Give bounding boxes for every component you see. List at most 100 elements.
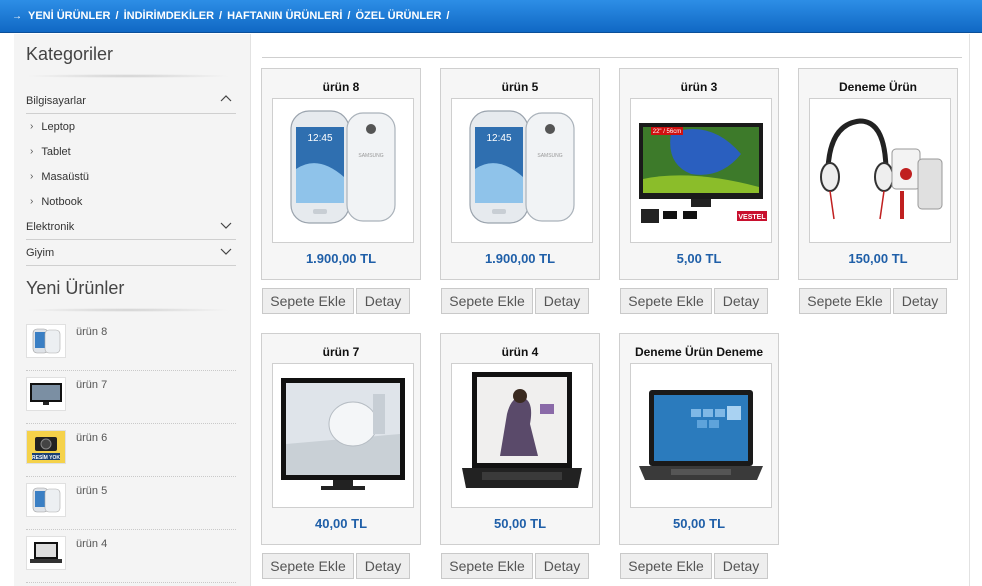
chevron-up-icon[interactable] bbox=[220, 93, 232, 105]
subcategory-label: Tablet bbox=[41, 145, 71, 158]
product-title[interactable]: Deneme Ürün bbox=[799, 80, 957, 94]
product-title[interactable]: ürün 7 bbox=[262, 345, 420, 359]
category-label: Giyim bbox=[26, 246, 55, 259]
add-to-cart-button[interactable]: Sepete Ekle bbox=[441, 553, 533, 579]
laptop-thumbnail-icon[interactable] bbox=[26, 536, 66, 570]
detail-button[interactable]: Detay bbox=[893, 288, 947, 314]
product-price: 40,00 TL bbox=[314, 516, 368, 531]
new-product-item[interactable]: ürün 5 bbox=[26, 477, 236, 530]
new-product-name[interactable]: ürün 4 bbox=[76, 538, 107, 550]
svg-text:SAMSUNG: SAMSUNG bbox=[537, 153, 562, 159]
new-products-title: Yeni Ürünler bbox=[26, 278, 125, 298]
chevron-right-icon: › bbox=[30, 171, 34, 182]
add-to-cart-button[interactable]: Sepete Ekle bbox=[620, 288, 712, 314]
category-clothing[interactable]: Giyim bbox=[26, 240, 236, 266]
detail-button[interactable]: Detay bbox=[356, 288, 410, 314]
product-price: 50,00 TL bbox=[493, 516, 547, 531]
headphones-image-icon bbox=[820, 118, 943, 220]
nav-link-weekly[interactable]: HAFTANIN ÜRÜNLERİ bbox=[227, 10, 342, 22]
detail-button[interactable]: Detay bbox=[535, 288, 589, 314]
product-card[interactable]: ürün 8 12:45 SAMSUNG 1.900,00 TL bbox=[261, 68, 421, 280]
sidebar: Kategoriler Bilgisayarlar › Leptop › Tab… bbox=[14, 34, 251, 586]
product-card[interactable]: ürün 7 40,00 TL bbox=[261, 333, 421, 545]
top-nav: → YENİ ÜRÜNLER / İNDİRİMDEKİLER / HAFTAN… bbox=[0, 0, 982, 33]
product-title[interactable]: ürün 8 bbox=[262, 80, 420, 94]
product-card[interactable]: Deneme Ürün Deneme 50,00 TL bbox=[619, 333, 779, 545]
new-product-item[interactable]: ürün 7 bbox=[26, 371, 236, 424]
laptop-image-icon bbox=[462, 372, 582, 488]
nav-link-discounted[interactable]: İNDİRİMDEKİLER bbox=[124, 10, 214, 22]
nav-separator: / bbox=[219, 10, 223, 22]
subcategory-notebook[interactable]: › Notbook bbox=[30, 189, 250, 214]
product-card[interactable]: ürün 3 22" / 56cm VESTEL 5,00 TL bbox=[619, 68, 779, 280]
add-to-cart-button[interactable]: Sepete Ekle bbox=[620, 553, 712, 579]
svg-text:SAMSUNG: SAMSUNG bbox=[358, 153, 383, 159]
content-border bbox=[969, 34, 970, 586]
new-product-name[interactable]: ürün 6 bbox=[76, 432, 107, 444]
new-product-name[interactable]: ürün 7 bbox=[76, 379, 107, 391]
subcategory-label: Notbook bbox=[41, 195, 83, 208]
detail-button[interactable]: Detay bbox=[714, 288, 768, 314]
chevron-down-icon[interactable] bbox=[220, 219, 232, 231]
add-to-cart-button[interactable]: Sepete Ekle bbox=[262, 553, 354, 579]
chevron-right-icon: › bbox=[30, 121, 34, 132]
title-divider bbox=[24, 308, 232, 312]
category-computers[interactable]: Bilgisayarlar bbox=[26, 88, 236, 114]
add-to-cart-button[interactable]: Sepete Ekle bbox=[799, 288, 891, 314]
product-price: 150,00 TL bbox=[848, 251, 908, 266]
svg-text:12:45: 12:45 bbox=[307, 133, 332, 144]
product-image[interactable]: 12:45 SAMSUNG bbox=[451, 98, 593, 243]
add-to-cart-button[interactable]: Sepete Ekle bbox=[262, 288, 354, 314]
product-title[interactable]: Deneme Ürün Deneme bbox=[620, 345, 778, 359]
detail-button[interactable]: Detay bbox=[535, 553, 589, 579]
category-electronics[interactable]: Elektronik bbox=[26, 214, 236, 240]
category-list: Bilgisayarlar › Leptop › Tablet › Masaüs… bbox=[14, 88, 250, 266]
phone-thumbnail-icon[interactable] bbox=[26, 483, 66, 517]
chevron-right-icon: › bbox=[30, 196, 34, 207]
new-products-list: ürün 8 ürün 7 RESİM YOK ürün 6 ürün 5 ür… bbox=[14, 318, 250, 583]
no-image-thumbnail-icon[interactable]: RESİM YOK bbox=[26, 430, 66, 464]
product-card[interactable]: ürün 4 50,00 TL bbox=[440, 333, 600, 545]
new-product-name[interactable]: ürün 8 bbox=[76, 326, 107, 338]
product-title[interactable]: ürün 5 bbox=[441, 80, 599, 94]
add-to-cart-button[interactable]: Sepete Ekle bbox=[441, 288, 533, 314]
subcategory-label: Masaüstü bbox=[41, 170, 90, 183]
phone-image-icon: 12:45 SAMSUNG bbox=[290, 110, 396, 224]
product-title[interactable]: ürün 4 bbox=[441, 345, 599, 359]
nav-separator: / bbox=[347, 10, 351, 22]
nav-separator: / bbox=[115, 10, 119, 22]
subcategory-desktop[interactable]: › Masaüstü bbox=[30, 164, 250, 189]
nav-link-new-products[interactable]: YENİ ÜRÜNLER bbox=[28, 10, 111, 22]
product-image[interactable]: 22" / 56cm VESTEL bbox=[630, 98, 772, 243]
product-image[interactable] bbox=[451, 363, 593, 508]
category-label: Bilgisayarlar bbox=[26, 94, 86, 107]
chevron-down-icon[interactable] bbox=[220, 245, 232, 257]
categories-title: Kategoriler bbox=[26, 44, 114, 64]
new-product-item[interactable]: ürün 8 bbox=[26, 318, 236, 371]
category-label: Elektronik bbox=[26, 220, 75, 233]
detail-button[interactable]: Detay bbox=[714, 553, 768, 579]
product-title[interactable]: ürün 3 bbox=[620, 80, 778, 94]
product-price: 5,00 TL bbox=[676, 251, 722, 266]
subcategory-tablet[interactable]: › Tablet bbox=[30, 139, 250, 164]
chevron-right-icon: › bbox=[30, 146, 34, 157]
product-image[interactable] bbox=[809, 98, 951, 243]
content-divider bbox=[262, 57, 962, 58]
svg-text:12:45: 12:45 bbox=[486, 133, 511, 144]
product-image[interactable]: 12:45 SAMSUNG bbox=[272, 98, 414, 243]
nav-link-special[interactable]: ÖZEL ÜRÜNLER bbox=[355, 10, 441, 22]
nav-separator: / bbox=[446, 10, 450, 22]
new-product-item[interactable]: ürün 4 bbox=[26, 530, 236, 583]
phone-thumbnail-icon[interactable] bbox=[26, 324, 66, 358]
tv-thumbnail-icon[interactable] bbox=[26, 377, 66, 411]
phone-image-icon: 12:45 SAMSUNG bbox=[469, 110, 575, 224]
new-product-name[interactable]: ürün 5 bbox=[76, 485, 107, 497]
product-image[interactable] bbox=[272, 363, 414, 508]
product-card[interactable]: ürün 5 12:45 SAMSUNG 1.900,00 TL bbox=[440, 68, 600, 280]
new-product-item[interactable]: RESİM YOK ürün 6 bbox=[26, 424, 236, 477]
subcategory-leptop[interactable]: › Leptop bbox=[30, 114, 250, 139]
product-card[interactable]: Deneme Ürün 150,00 TL bbox=[798, 68, 958, 280]
product-image[interactable] bbox=[630, 363, 772, 508]
detail-button[interactable]: Detay bbox=[356, 553, 410, 579]
nav-arrow-icon: → bbox=[12, 10, 22, 22]
